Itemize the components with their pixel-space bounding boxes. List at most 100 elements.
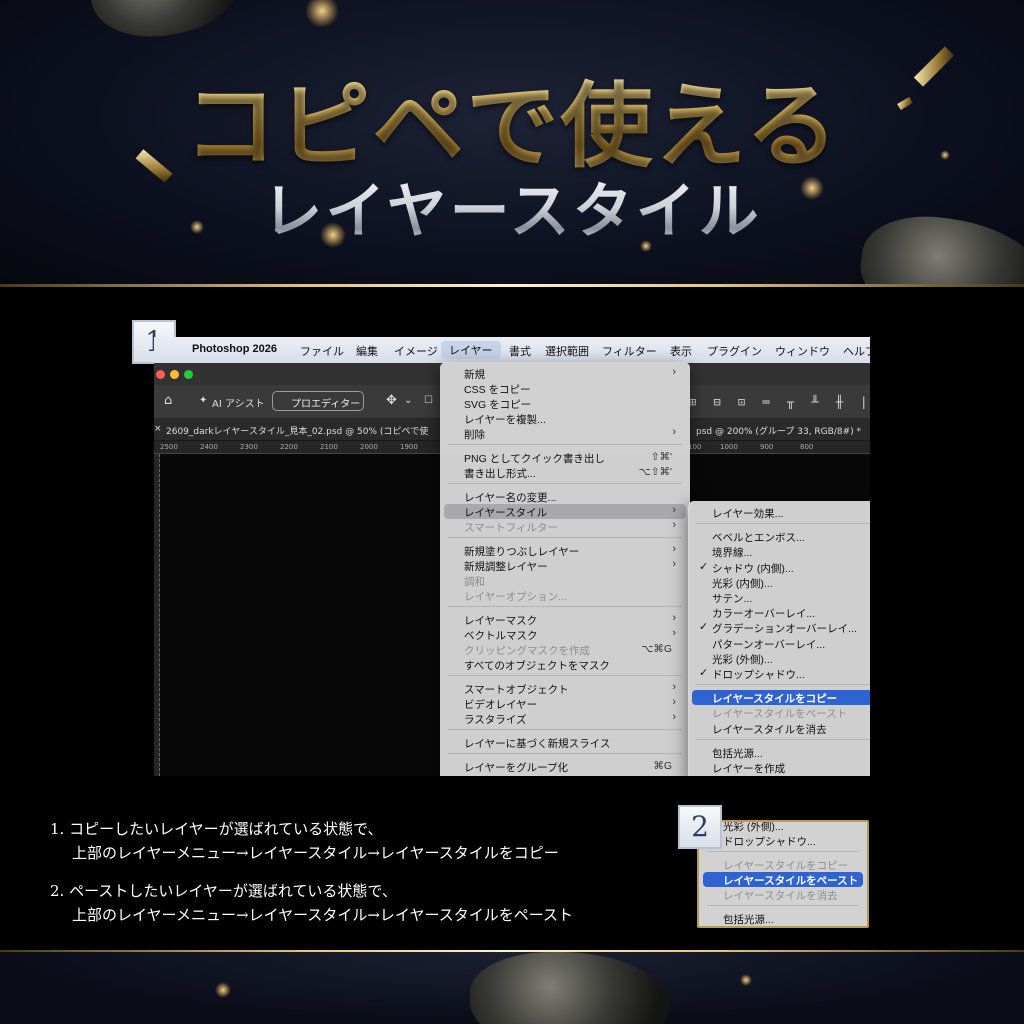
menu-item-label: ベクトルマスク	[464, 630, 538, 642]
layer-menu-item-14[interactable]: レイヤーマスク ›	[444, 612, 686, 627]
chevron-down-icon[interactable]: ⌄	[404, 395, 412, 406]
sparkle-decoration	[305, 0, 339, 28]
menu-item-label: CSS をコピー	[464, 384, 531, 396]
style-submenu-item-9[interactable]: 光彩 (外側)...	[692, 651, 870, 666]
layer-menu-item-20[interactable]: ラスタライズ ›	[444, 711, 686, 726]
layer-menu-item-11[interactable]: 新規調整レイヤー ›	[444, 558, 686, 573]
layer-menu-item-3[interactable]: レイヤーを複製...	[444, 411, 686, 426]
instruction-step2-line2: 上部のレイヤーメニュー→レイヤースタイル→レイヤースタイルをペースト	[72, 906, 573, 924]
mini-menu-item-5[interactable]: 包括光源...	[703, 911, 863, 926]
style-submenu-item-6[interactable]: カラーオーバーレイ...	[692, 605, 870, 620]
layer-menu-item-0[interactable]: 新規 ›	[444, 366, 686, 381]
menu-item-label: 包括光源...	[723, 914, 774, 926]
style-submenu-item-15[interactable]: レイヤーを作成	[692, 760, 870, 775]
style-submenu-item-7[interactable]: ✓ グラデーションオーバーレイ...	[692, 620, 870, 635]
layer-menu-item-8[interactable]: レイヤースタイル ›	[444, 504, 686, 519]
ai-assist-button[interactable]: AI アシスト	[212, 395, 265, 410]
layer-menu-item-19[interactable]: ビデオレイヤー ›	[444, 696, 686, 711]
menubar-app-name[interactable]: Photoshop 2026	[192, 343, 277, 355]
pro-editor-button[interactable]: プロエディター	[272, 391, 364, 411]
minimize-window-icon[interactable]	[170, 370, 179, 379]
layer-menu-item-2[interactable]: SVG をコピー	[444, 396, 686, 411]
menu-separator	[448, 753, 682, 754]
menu-item-label: 光彩 (外側)...	[723, 821, 784, 833]
layer-menu-item-18[interactable]: スマートオブジェクト ›	[444, 681, 686, 696]
pro-editor-label: プロエディター	[291, 399, 361, 410]
menubar-item-edit[interactable]: 編集	[356, 343, 378, 359]
menu-item-label: サテン...	[712, 593, 753, 605]
menu-item-label: レイヤースタイルをコピー	[712, 693, 838, 706]
align-icons[interactable]: ⊞ ⊟ ⊡ ═ ╥ ╨ ╫ |	[689, 395, 870, 409]
menu-item-label: レイヤー名の変更...	[464, 492, 557, 504]
style-submenu-item-0[interactable]: レイヤー効果...	[692, 505, 870, 520]
menubar-item-type[interactable]: 書式	[509, 343, 531, 359]
menu-item-label: SVG をコピー	[464, 399, 532, 411]
layer-menu-item-13: レイヤーオプション...	[444, 588, 686, 603]
menu-separator	[448, 483, 682, 484]
document-tab-right[interactable]: psd @ 200% (グループ 33, RGB/8#) *	[696, 424, 861, 437]
menubar-item-file[interactable]: ファイル	[300, 343, 344, 359]
home-icon[interactable]: ⌂	[164, 393, 172, 408]
layer-menu-item-1[interactable]: CSS をコピー	[444, 381, 686, 396]
menu-item-label: レイヤースタイルをペースト	[723, 875, 859, 887]
instruction-step1-line2: 上部のレイヤーメニュー→レイヤースタイル→レイヤースタイルをコピー	[72, 844, 559, 862]
chevron-right-icon: ›	[672, 696, 676, 708]
layer-menu-item-10[interactable]: 新規塗りつぶしレイヤー ›	[444, 543, 686, 558]
style-submenu-item-3[interactable]: ✓ シャドウ (内側)...	[692, 560, 870, 575]
mini-menu-item-0[interactable]: 光彩 (外側)...	[703, 821, 863, 833]
mini-menu-item-1[interactable]: ✓ドロップシャドウ...	[703, 833, 863, 848]
menu-item-label: レイヤースタイル	[464, 507, 548, 519]
layer-menu-item-15[interactable]: ベクトルマスク ›	[444, 627, 686, 642]
mini-menu-item-3[interactable]: レイヤースタイルをペースト	[703, 872, 863, 887]
checkbox-icon[interactable]: ☐	[424, 395, 433, 406]
layer-menu-item-17[interactable]: すべてのオブジェクトをマスク	[444, 657, 686, 672]
style-submenu-item-10[interactable]: ✓ ドロップシャドウ...	[692, 666, 870, 681]
menubar-item-layer[interactable]: レイヤー	[441, 341, 501, 359]
style-submenu-item-5[interactable]: サテン...	[692, 590, 870, 605]
menubar-item-filter[interactable]: フィルター	[602, 343, 657, 359]
document-tab-left[interactable]: 2609_darkレイヤースタイル_見本_02.psd @ 50% (コピペで使	[166, 424, 428, 437]
zoom-window-icon[interactable]	[184, 370, 193, 379]
style-submenu-item-1[interactable]: ベベルとエンボス...	[692, 529, 870, 544]
menubar-item-plugins[interactable]: プラグイン	[707, 343, 762, 359]
style-submenu-item-8[interactable]: パターンオーバーレイ...	[692, 636, 870, 651]
photoshop-window: Photoshop 2026 ファイル 編集 イメージ レイヤー 書式 選択範囲…	[154, 337, 870, 776]
move-tool-icon[interactable]: ✥	[386, 393, 397, 408]
chevron-right-icon: ›	[672, 711, 676, 723]
close-window-icon[interactable]	[156, 370, 165, 379]
menubar-item-window[interactable]: ウィンドウ	[775, 343, 830, 359]
menu-item-label: ドロップシャドウ...	[712, 669, 805, 681]
layer-menu-item-6[interactable]: 書き出し形式... ⌥⇧⌘'	[444, 465, 686, 480]
ruler-label: 100	[688, 443, 702, 451]
menu-item-label: レイヤーを作成	[712, 763, 786, 775]
layer-menu-item-4[interactable]: 削除 ›	[444, 426, 686, 441]
layer-menu-item-9: スマートフィルター ›	[444, 519, 686, 534]
layer-menu-item-22[interactable]: レイヤーをグループ化 ⌘G	[444, 759, 686, 774]
style-submenu-item-14[interactable]: 包括光源...	[692, 745, 870, 760]
mini-menu-item-2: レイヤースタイルをコピー	[703, 857, 863, 872]
layer-menu-item-7[interactable]: レイヤー名の変更...	[444, 489, 686, 504]
layer-menu-item-5[interactable]: PNG としてクイック書き出し ⇧⌘'	[444, 450, 686, 465]
checkmark-icon: ✓	[699, 560, 709, 573]
menu-item-label: 境界線...	[712, 547, 753, 560]
menubar-item-select[interactable]: 選択範囲	[545, 343, 589, 359]
menu-item-label: レイヤーに基づく新規スライス	[464, 738, 611, 750]
menu-item-label: レイヤースタイルをコピー	[723, 860, 849, 872]
ruler-label: 2000	[360, 443, 378, 451]
menu-item-label: レイヤースタイルを消去	[723, 890, 838, 902]
tab-close-icon[interactable]: ×	[154, 424, 162, 434]
step-badge-2: 2	[678, 805, 722, 849]
mini-menu-item-4: レイヤースタイルを消去	[703, 887, 863, 902]
layer-menu-item-21[interactable]: レイヤーに基づく新規スライス	[444, 735, 686, 750]
menubar-item-image[interactable]: イメージ	[394, 343, 438, 359]
style-submenu-item-13[interactable]: レイヤースタイルを消去	[692, 721, 870, 736]
menubar-item-view[interactable]: 表示	[670, 343, 692, 359]
layer-menu-dropdown: 新規 › CSS をコピー SVG をコピー レイヤーを複製... 削除 › PNG としてク…	[440, 362, 690, 776]
menubar-item-help[interactable]: ヘルプ	[843, 343, 870, 359]
style-submenu-item-11[interactable]: レイヤースタイルをコピー	[692, 690, 870, 706]
style-submenu-item-4[interactable]: 光彩 (内側)...	[692, 575, 870, 590]
style-submenu-item-2[interactable]: 境界線...	[692, 544, 870, 559]
menu-item-label: ラスタライズ	[464, 714, 527, 726]
chevron-right-icon: ›	[672, 426, 676, 438]
mac-menubar: Photoshop 2026 ファイル 編集 イメージ レイヤー 書式 選択範囲…	[154, 337, 870, 363]
